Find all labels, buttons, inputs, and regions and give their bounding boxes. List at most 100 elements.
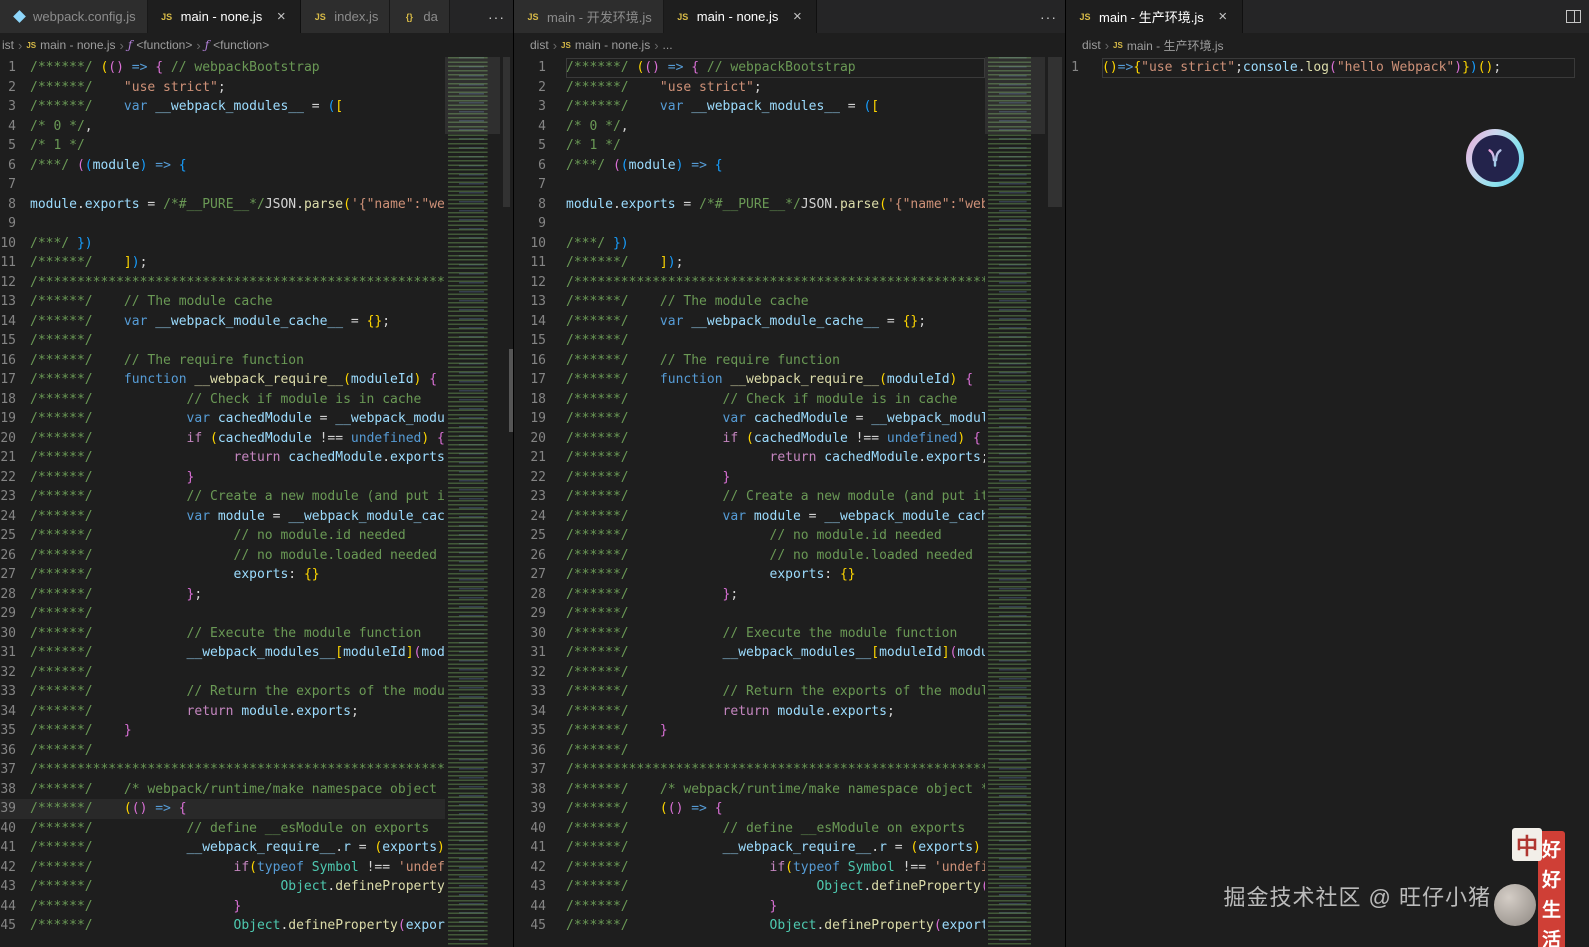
- code-line[interactable]: /******/ return cachedModule.exports;: [566, 448, 985, 468]
- code-editor[interactable]: 1 ()=>{"use strict";console.log("hello We…: [1066, 57, 1589, 947]
- code-line[interactable]: /******/ var module = __webpack_module_c…: [30, 507, 445, 527]
- code-line[interactable]: /******/ exports: {}: [566, 565, 985, 585]
- code-line[interactable]: /******/: [30, 663, 445, 683]
- code-editor[interactable]: 1 /******/ (() => { // webpackBootstrap 2 /…: [514, 57, 1065, 947]
- code-line[interactable]: /******/ ]);: [30, 253, 445, 273]
- code-line[interactable]: /******/ // The module cache: [566, 292, 985, 312]
- code-line[interactable]: /***************************************…: [30, 760, 445, 780]
- breadcrumb-item[interactable]: JS main - none.js: [26, 38, 115, 52]
- close-tab-icon[interactable]: ×: [1215, 8, 1231, 25]
- code-line[interactable]: /***/ ((module) => {: [566, 156, 985, 176]
- code-line[interactable]: /******/ function __webpack_require__(mo…: [566, 370, 985, 390]
- tab-main - none.js[interactable]: JS main - none.js ×: [663, 0, 818, 33]
- minimap-slider[interactable]: [985, 57, 1045, 134]
- code-line[interactable]: /******/ function __webpack_require__(mo…: [30, 370, 445, 390]
- code-line[interactable]: /******/ Object.defineProperty(exports, …: [30, 877, 445, 897]
- code-line[interactable]: /******/ "use strict";: [566, 78, 985, 98]
- tab-main - none.js[interactable]: JS main - none.js ×: [147, 0, 302, 33]
- code-line[interactable]: /******/ }: [566, 468, 985, 488]
- breadcrumb-item[interactable]: dist: [530, 38, 549, 52]
- code-line[interactable]: /******/ if(typeof Symbol !== 'undefined…: [566, 858, 985, 878]
- tab-main - 生产环境.js[interactable]: JS main - 生产环境.js ×: [1066, 0, 1243, 33]
- code-line[interactable]: /******/ return module.exports;: [30, 702, 445, 722]
- breadcrumb-item[interactable]: JS main - 生产环境.js: [1113, 37, 1223, 54]
- code-line[interactable]: /******/: [30, 604, 445, 624]
- code-line[interactable]: /******/ // no module.loaded needed: [566, 546, 985, 566]
- code-line[interactable]: /* 0 */,: [566, 117, 985, 137]
- code-line[interactable]: /******/ // no module.id needed: [30, 526, 445, 546]
- code-line[interactable]: /******/ // define __esModule on exports: [30, 819, 445, 839]
- code-line[interactable]: /******/ // define __esModule on exports: [566, 819, 985, 839]
- code-line[interactable]: /******/ (() => {: [566, 799, 985, 819]
- code-line[interactable]: /******/ // Create a new module (and put…: [30, 487, 445, 507]
- code-line[interactable]: /******/ // Check if module is in cache: [566, 390, 985, 410]
- code-line[interactable]: /******/ }: [30, 721, 445, 741]
- code-line[interactable]: /******/ var __webpack_module_cache__ = …: [566, 312, 985, 332]
- code-line[interactable]: /******/ (() => { // webpackBootstrap: [30, 58, 445, 78]
- code-line[interactable]: module.exports = /*#__PURE__*/JSON.parse…: [30, 195, 445, 215]
- code-line[interactable]: /***************************************…: [566, 760, 985, 780]
- code-line[interactable]: /******/ Object.defineProperty(exports, …: [566, 877, 985, 897]
- code-line[interactable]: /******/: [30, 741, 445, 761]
- sash-handle[interactable]: [509, 349, 513, 432]
- split-editor-icon[interactable]: [1566, 10, 1581, 23]
- code-line[interactable]: /***************************************…: [566, 273, 985, 293]
- code-line[interactable]: /***************************************…: [30, 273, 445, 293]
- code-line[interactable]: /******/ __webpack_require__.r = (export…: [30, 838, 445, 858]
- code-line[interactable]: /******/ exports: {}: [30, 565, 445, 585]
- code-line[interactable]: /******/ /* webpack/runtime/make namespa…: [30, 780, 445, 800]
- tab-da[interactable]: {} da: [390, 0, 450, 33]
- code-line[interactable]: /******/ };: [566, 585, 985, 605]
- code-line[interactable]: /******/ "use strict";: [30, 78, 445, 98]
- code-line[interactable]: /******/ __webpack_modules__[moduleId](m…: [30, 643, 445, 663]
- code-line[interactable]: ()=>{"use strict";console.log("hello Web…: [1102, 58, 1575, 78]
- close-tab-icon[interactable]: ×: [789, 8, 805, 25]
- breadcrumb-item[interactable]: ist: [2, 38, 14, 52]
- tab-main - 开发环境.js[interactable]: JS main - 开发环境.js: [514, 0, 664, 33]
- code-line[interactable]: /******/ // The module cache: [30, 292, 445, 312]
- code-line[interactable]: /******/ // Return the exports of the mo…: [30, 682, 445, 702]
- vertical-scrollbar[interactable]: [500, 57, 513, 947]
- code-line[interactable]: /******/ }: [30, 897, 445, 917]
- code-line[interactable]: /******/ }: [566, 721, 985, 741]
- code-line[interactable]: /******/ var module = __webpack_module_c…: [566, 507, 985, 527]
- code-line[interactable]: /******/ var __webpack_modules__ = ([: [566, 97, 985, 117]
- code-line[interactable]: [566, 175, 985, 195]
- minimap-slider[interactable]: [445, 57, 500, 134]
- code-line[interactable]: /******/ }: [566, 897, 985, 917]
- code-line[interactable]: module.exports = /*#__PURE__*/JSON.parse…: [566, 195, 985, 215]
- code-line[interactable]: /******/ Object.defineProperty(exports, …: [30, 916, 445, 936]
- breadcrumb-item[interactable]: JS main - none.js: [561, 38, 650, 52]
- code-line[interactable]: /* 1 */: [30, 136, 445, 156]
- close-tab-icon[interactable]: ×: [273, 8, 289, 25]
- code-line[interactable]: /******/ (() => {: [30, 799, 445, 819]
- code-line[interactable]: [566, 214, 985, 234]
- code-line[interactable]: /******/ if (cachedModule !== undefined)…: [566, 429, 985, 449]
- code-line[interactable]: /******/: [566, 741, 985, 761]
- code-line[interactable]: /******/ // Execute the module function: [30, 624, 445, 644]
- code-line[interactable]: /***/ ((module) => {: [30, 156, 445, 176]
- code-line[interactable]: /***/ }): [30, 234, 445, 254]
- breadcrumb-item[interactable]: ƒ <function>: [205, 38, 270, 52]
- tab-index.js[interactable]: JS index.js: [301, 0, 391, 33]
- scrollbar-thumb[interactable]: [1048, 57, 1062, 207]
- code-line[interactable]: /******/: [566, 663, 985, 683]
- code-line[interactable]: /******/: [566, 331, 985, 351]
- code-line[interactable]: /******/ /* webpack/runtime/make namespa…: [566, 780, 985, 800]
- breadcrumb-item[interactable]: ƒ <function>: [128, 38, 193, 52]
- code-line[interactable]: /******/: [30, 331, 445, 351]
- code-line[interactable]: /******/ // Check if module is in cache: [30, 390, 445, 410]
- code-line[interactable]: /***/ }): [566, 234, 985, 254]
- tab-webpack.config.js[interactable]: webpack.config.js: [0, 0, 148, 33]
- code-line[interactable]: /******/ (() => { // webpackBootstrap: [566, 58, 985, 78]
- code-line[interactable]: [30, 214, 445, 234]
- code-line[interactable]: /******/ ]);: [566, 253, 985, 273]
- code-line[interactable]: /******/: [566, 604, 985, 624]
- code-line[interactable]: /******/ }: [30, 468, 445, 488]
- code-line[interactable]: /******/ var __webpack_module_cache__ = …: [30, 312, 445, 332]
- code-line[interactable]: /******/ return module.exports;: [566, 702, 985, 722]
- vertical-scrollbar[interactable]: [1575, 57, 1589, 947]
- code-line[interactable]: /******/ return cachedModule.exports;: [30, 448, 445, 468]
- minimap[interactable]: [985, 57, 1045, 947]
- code-line[interactable]: /******/ // Return the exports of the mo…: [566, 682, 985, 702]
